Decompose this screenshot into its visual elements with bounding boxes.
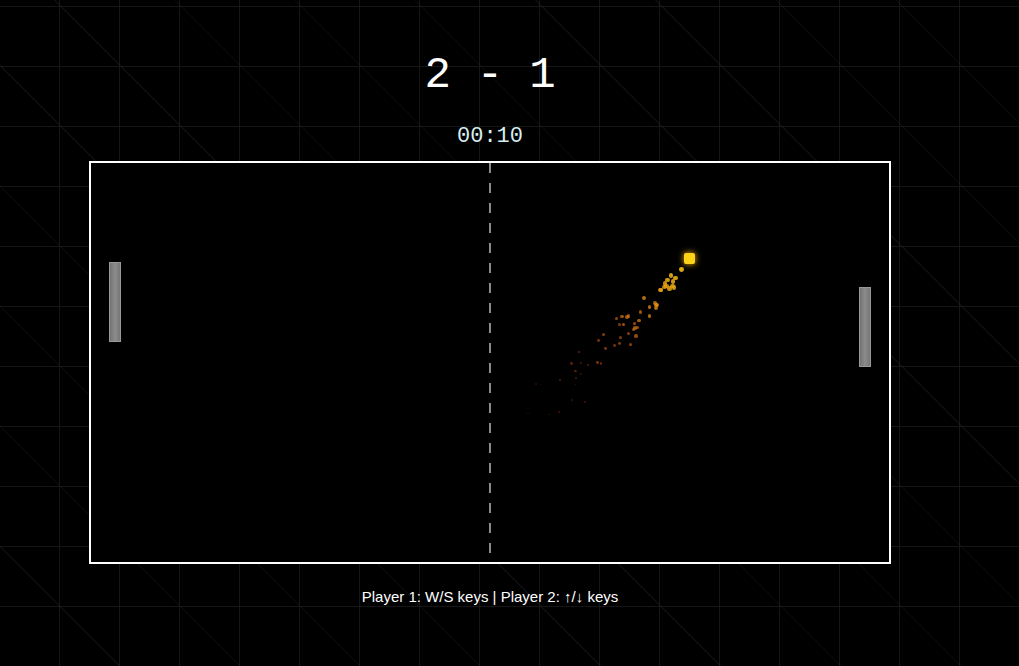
- trail-particle: [642, 296, 646, 300]
- trail-particle: [558, 411, 560, 413]
- trail-particle: [584, 401, 586, 403]
- trail-particle: [596, 361, 599, 364]
- trail-particle: [637, 319, 641, 323]
- trail-particle: [527, 413, 529, 415]
- score-separator: -: [477, 50, 503, 100]
- trail-particle: [625, 315, 629, 319]
- trail-particle: [570, 362, 572, 364]
- player-1-paddle[interactable]: [109, 262, 121, 342]
- trail-particle: [670, 284, 674, 288]
- trail-particle: [648, 314, 652, 318]
- trail-particle: [578, 351, 581, 354]
- trail-particle: [633, 322, 636, 325]
- pong-page: 2-100:10Player 1: W/S keys | Player 2: ↑…: [0, 0, 980, 606]
- trail-particle: [619, 336, 622, 339]
- trail-particle: [663, 281, 667, 285]
- trail-particle: [673, 276, 678, 281]
- trail-particle: [548, 414, 550, 416]
- player-2-score: 1: [529, 50, 555, 100]
- trail-particle: [580, 373, 582, 375]
- trail-particle: [613, 344, 616, 347]
- controls-hint: Player 1: W/S keys | Player 2: ↑/↓ keys: [362, 588, 618, 606]
- trail-particle: [627, 332, 630, 335]
- ball: [684, 253, 695, 264]
- trail-particle: [600, 362, 602, 364]
- trail-particle: [634, 334, 637, 337]
- trail-particle: [654, 306, 658, 310]
- trail-particle: [604, 347, 607, 350]
- timer: 00:10: [457, 124, 523, 150]
- center-line: [489, 163, 491, 562]
- player-2-paddle[interactable]: [859, 287, 871, 367]
- trail-particle: [622, 323, 626, 327]
- trail-particle: [615, 317, 618, 320]
- trail-particle: [658, 288, 662, 292]
- trail-particle: [648, 305, 652, 309]
- trail-particle: [540, 384, 542, 386]
- trail-particle: [575, 377, 577, 379]
- score: 2-1: [424, 50, 555, 100]
- trail-particle: [629, 343, 632, 346]
- trail-particle: [639, 310, 642, 313]
- trail-particle: [679, 267, 684, 272]
- trail-particle: [535, 383, 537, 385]
- trail-particle: [620, 315, 624, 319]
- game-board[interactable]: [89, 161, 891, 564]
- trail-particle: [633, 326, 637, 330]
- trail-particle: [574, 370, 576, 372]
- trail-particle: [559, 379, 561, 381]
- trail-particle: [587, 364, 589, 366]
- trail-particle: [575, 384, 577, 386]
- trail-particle: [602, 333, 605, 336]
- trail-particle: [618, 342, 621, 345]
- player-1-score: 2: [424, 50, 450, 100]
- trail-particle: [580, 362, 582, 364]
- trail-particle: [597, 339, 600, 342]
- trail-particle: [571, 399, 573, 401]
- trail-particle: [618, 323, 621, 326]
